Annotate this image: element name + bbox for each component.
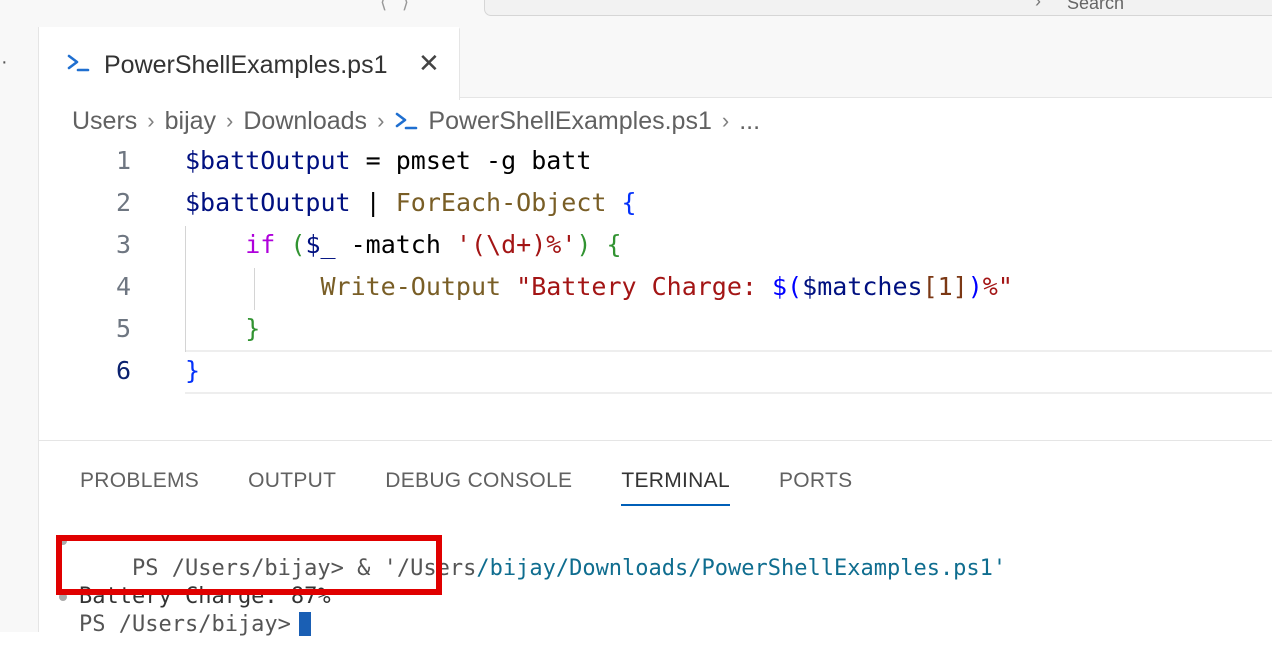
token: $battOutput <box>185 188 351 217</box>
tab-label: PowerShellExamples.ps1 <box>104 51 388 79</box>
code-text: if ($_ -match '(\d+)%') { <box>185 230 622 259</box>
close-icon[interactable]: ✕ <box>418 50 440 76</box>
chevron-right-icon: › <box>721 108 730 133</box>
line-number: 5 <box>115 314 131 343</box>
token: [1] <box>922 272 968 301</box>
title-bar: ⟨ ⟩ › Search <box>0 0 1272 28</box>
breadcrumb-downloads[interactable]: Downloads <box>243 107 367 136</box>
terminal-path: /bijay/Downloads/PowerShellExamples.ps1' <box>476 556 1007 581</box>
token: = pmset -g batt <box>350 146 592 175</box>
code-text: $battOutput = pmset -g batt <box>185 146 591 175</box>
token: { <box>606 230 622 259</box>
code-text: } <box>185 356 200 385</box>
chevron-right-icon: › <box>147 108 155 133</box>
code-editor[interactable]: 1 $battOutput = pmset -g batt 2 $battOut… <box>39 140 1272 440</box>
token: if <box>245 230 276 259</box>
line-number: 1 <box>115 146 131 175</box>
token: Write-Output <box>320 272 502 301</box>
more-icon[interactable]: · <box>1 52 8 72</box>
token: -match <box>335 230 456 259</box>
token: ( <box>275 230 306 259</box>
token: '(\d+)%' <box>455 230 577 259</box>
token: "Battery Charge: <box>501 272 773 301</box>
token: $matches <box>802 272 923 301</box>
token: %" <box>982 272 1013 301</box>
chevron-right-icon: › <box>226 108 234 133</box>
tab-terminal[interactable]: TERMINAL <box>621 469 730 506</box>
command-center-search[interactable]: › Search <box>484 0 1272 16</box>
editor-tab-bar: PowerShellExamples.ps1 ✕ <box>39 27 1272 100</box>
token: ) <box>576 230 607 259</box>
breadcrumb: Users › bijay › Downloads › PowerShellEx… <box>72 106 760 136</box>
token: | <box>350 188 396 217</box>
code-line: 4 Write-Output "Battery Charge: $($match… <box>39 266 1272 308</box>
powershell-icon <box>67 54 90 72</box>
code-line: 3 if ($_ -match '(\d+)%') { <box>39 224 1272 266</box>
breadcrumb-file[interactable]: PowerShellExamples.ps1 <box>428 107 711 136</box>
code-line: 5 } <box>39 308 1272 350</box>
search-label: Search <box>1067 0 1125 13</box>
terminal-cursor <box>298 612 311 636</box>
breadcrumb-more[interactable]: ... <box>739 107 760 136</box>
highlight-box <box>56 535 442 595</box>
token: $_ <box>305 230 336 259</box>
token: { <box>606 188 637 217</box>
tab-debug-console[interactable]: DEBUG CONSOLE <box>385 469 572 506</box>
breadcrumb-users[interactable]: Users <box>72 107 137 136</box>
terminal-prompt: PS /Users/bijay> <box>79 612 291 637</box>
tab-powershell-examples[interactable]: PowerShellExamples.ps1 ✕ <box>39 27 460 100</box>
token: $( <box>772 272 803 301</box>
token: ) <box>967 272 983 301</box>
line-number: 4 <box>115 272 131 301</box>
token: $battOutput <box>185 146 351 175</box>
activity-bar: · <box>0 27 39 632</box>
code-text: Write-Output "Battery Charge: $($matches… <box>185 272 1013 301</box>
panel-tabs: PROBLEMS OUTPUT DEBUG CONSOLE TERMINAL P… <box>80 469 852 506</box>
code-line: 6 } <box>39 350 1272 392</box>
token: } <box>245 314 261 343</box>
token: ForEach-Object <box>395 188 607 217</box>
tab-ports[interactable]: PORTS <box>779 469 852 506</box>
nav-arrows[interactable]: ⟨ ⟩ <box>380 0 409 13</box>
line-number: 2 <box>115 188 131 217</box>
token: } <box>185 356 201 385</box>
line-number: 3 <box>115 230 131 259</box>
chevron-right-icon: › <box>377 108 385 133</box>
code-text: } <box>185 314 260 343</box>
chevron-right-icon: › <box>1035 0 1041 11</box>
powershell-icon <box>396 112 418 130</box>
code-line: 2 $battOutput | ForEach-Object { <box>39 182 1272 224</box>
code-text: $battOutput | ForEach-Object { <box>185 188 637 217</box>
tab-problems[interactable]: PROBLEMS <box>80 469 199 506</box>
tab-output[interactable]: OUTPUT <box>248 469 336 506</box>
code-line: 1 $battOutput = pmset -g batt <box>39 140 1272 182</box>
line-number: 6 <box>115 356 131 385</box>
breadcrumb-bijay[interactable]: bijay <box>165 107 216 136</box>
